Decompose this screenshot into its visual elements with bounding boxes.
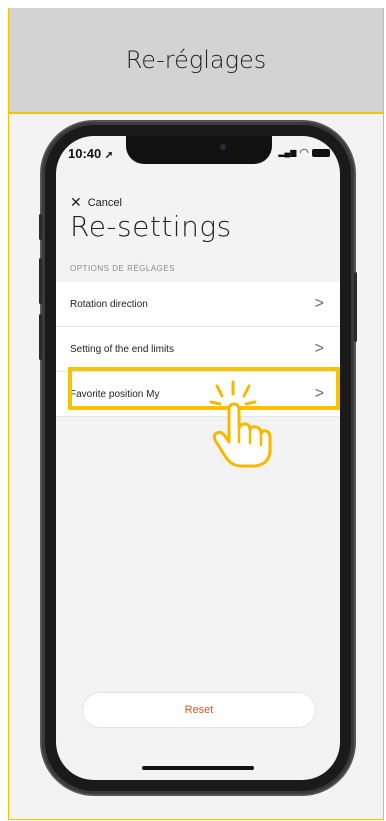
location-arrow-icon: ➚	[104, 150, 114, 161]
front-camera	[220, 144, 226, 150]
page-title: Re-settings	[70, 210, 232, 243]
cancel-button[interactable]: ✕ Cancel	[70, 194, 122, 211]
notch	[126, 136, 272, 164]
home-indicator	[142, 766, 254, 770]
battery-icon	[312, 148, 330, 157]
list-item-label: Setting of the end limits	[70, 343, 174, 355]
power-button	[354, 272, 357, 342]
close-icon: ✕	[70, 194, 82, 210]
chevron-right-icon: >	[314, 340, 324, 357]
reset-button[interactable]: Reset	[82, 692, 316, 728]
tap-hand-icon	[209, 380, 272, 468]
volume-up-button	[39, 258, 42, 304]
wifi-icon: ◠	[299, 147, 309, 159]
phone-screen: 10:40 ➚ ▂▄▆ ◠ ✕ Cancel Re-settings OPTIO…	[56, 136, 340, 780]
status-icons: ▂▄▆ ◠	[278, 146, 330, 159]
tap-highlight-box	[68, 367, 340, 410]
phone-frame: 10:40 ➚ ▂▄▆ ◠ ✕ Cancel Re-settings OPTIO…	[39, 122, 357, 794]
section-header: OPTIONS DE RÉGLAGES	[70, 264, 176, 273]
list-item-rotation-direction[interactable]: Rotation direction >	[56, 282, 340, 327]
list-item-label: Rotation direction	[70, 298, 148, 310]
list-item-end-limits[interactable]: Setting of the end limits >	[56, 327, 340, 372]
reset-label: Reset	[184, 704, 214, 716]
status-bar-time: 10:40 ➚	[68, 146, 114, 161]
chevron-right-icon: >	[314, 295, 324, 312]
mute-switch	[39, 214, 42, 240]
card-title: Re-réglages	[125, 46, 267, 74]
card-header: Re-réglages	[9, 8, 383, 114]
signal-icon: ▂▄▆	[278, 148, 297, 157]
cancel-label: Cancel	[87, 196, 122, 209]
volume-down-button	[39, 314, 42, 360]
